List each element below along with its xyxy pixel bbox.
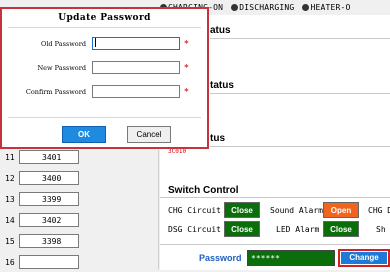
cell-voltage-field[interactable]: 3399 [19, 192, 79, 206]
dialog-footer-divider [8, 117, 201, 118]
cancel-button[interactable]: Cancel [127, 126, 171, 143]
cell-row: 11 3401 [0, 149, 160, 167]
old-password-label: Old Password [40, 40, 86, 48]
section-divider [210, 146, 390, 147]
update-password-dialog: Update Password Old Password * New Passw… [0, 7, 209, 149]
change-button-label: Change [341, 252, 387, 264]
required-marker: * [184, 39, 189, 48]
cell-voltage-field[interactable]: 3400 [19, 171, 79, 185]
status-red-text: 3C010 [168, 148, 187, 155]
switch-control-divider [160, 197, 390, 198]
sound-alarm-open-button[interactable]: Open [323, 202, 359, 218]
status-heater: HEATER-O [302, 3, 350, 12]
confirm-password-label: Confirm Password [25, 88, 86, 96]
section-divider [210, 93, 390, 94]
sound-alarm-label: Sound Alarm [270, 206, 323, 215]
chg-d-label: CHG D [368, 206, 390, 215]
section-status-2-label: tatus [210, 80, 234, 91]
cell-row: 12 3400 [0, 170, 160, 188]
cell-index: 15 [5, 237, 15, 246]
led-alarm-label: LED Alarm [276, 225, 320, 234]
change-password-button[interactable]: Change [338, 249, 390, 267]
new-password-field[interactable] [92, 61, 180, 74]
cell-row: 14 3402 [0, 212, 160, 230]
dialog-title: Update Password [58, 13, 151, 23]
heater-indicator-icon [302, 4, 310, 11]
cell-index: 13 [5, 195, 15, 204]
panel-divider [158, 150, 159, 269]
required-marker: * [184, 87, 189, 96]
dsg-circuit-label: DSG Circuit [168, 225, 221, 234]
dialog-title-divider [8, 27, 201, 28]
dsg-circuit-close-button[interactable]: Close [224, 221, 260, 237]
cell-index: 14 [5, 216, 15, 225]
sh-label: Sh [376, 225, 386, 234]
confirm-password-field[interactable] [92, 85, 180, 98]
new-password-label: New Password [37, 64, 86, 72]
ok-button[interactable]: OK [62, 126, 106, 143]
text-caret [95, 38, 96, 47]
cell-voltage-field[interactable]: 3402 [19, 213, 79, 227]
status-discharging: DISCHARGING [231, 3, 294, 12]
cell-voltage-field[interactable]: 3398 [19, 234, 79, 248]
required-marker: * [184, 63, 189, 72]
old-password-field[interactable] [92, 37, 180, 50]
cell-voltage-field[interactable] [19, 255, 79, 269]
led-alarm-close-button[interactable]: Close [323, 221, 359, 237]
discharging-indicator-icon [231, 4, 239, 11]
switch-control-title: Switch Control [168, 185, 239, 196]
cell-row: 15 3398 [0, 233, 160, 251]
section-divider [210, 38, 390, 39]
cell-index: 11 [5, 153, 15, 162]
cell-row: 16 [0, 254, 160, 272]
section-status-3-label: tus [210, 133, 225, 144]
chg-circuit-close-button[interactable]: Close [224, 202, 260, 218]
cell-voltage-field[interactable]: 3401 [19, 150, 79, 164]
section-status-1-label: atus [210, 25, 231, 36]
password-field[interactable]: ****** [247, 250, 335, 266]
chg-circuit-label: CHG Circuit [168, 206, 221, 215]
cell-row: 13 3399 [0, 191, 160, 209]
password-label: Password [199, 253, 242, 263]
cell-index: 12 [5, 174, 15, 183]
cell-index: 16 [5, 258, 15, 267]
